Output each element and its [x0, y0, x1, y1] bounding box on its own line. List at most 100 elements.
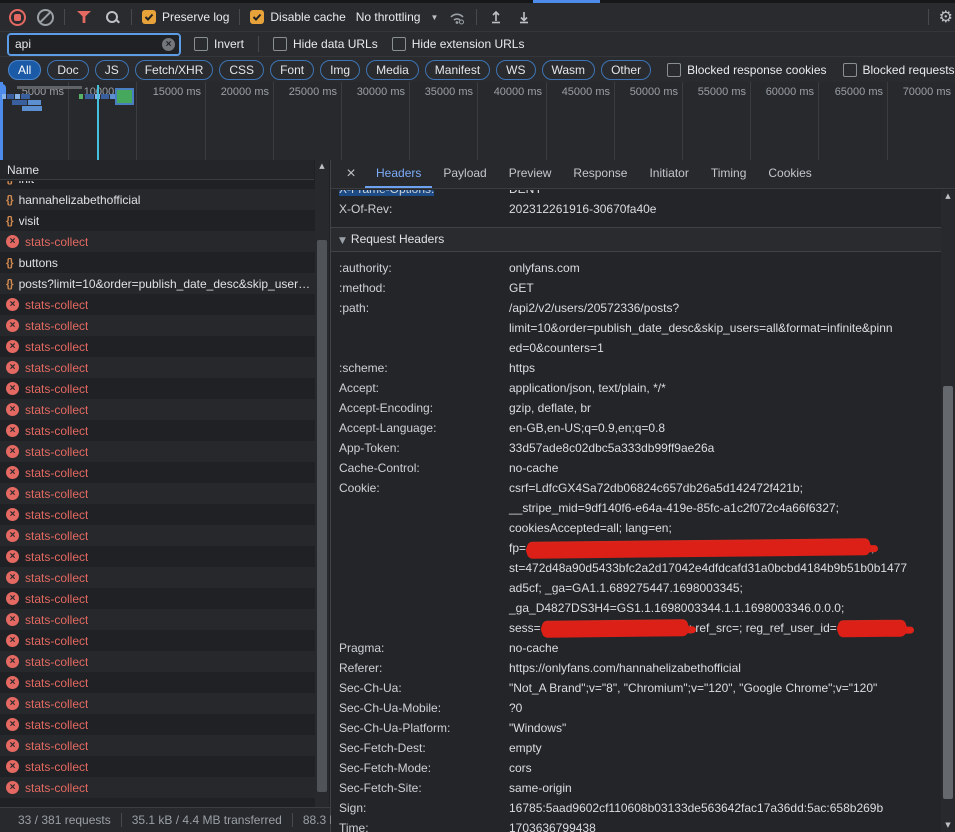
- request-row[interactable]: ×stats-collect: [0, 651, 315, 672]
- tab-cookies[interactable]: Cookies: [757, 160, 822, 188]
- request-row[interactable]: ×stats-collect: [0, 735, 315, 756]
- request-row[interactable]: ×stats-collect: [0, 630, 315, 651]
- json-icon: {}: [6, 278, 13, 290]
- request-list-panel: Name {}init{}hannahelizabethofficial{}vi…: [0, 160, 331, 832]
- json-icon: {}: [6, 257, 13, 269]
- request-row[interactable]: ×stats-collect: [0, 588, 315, 609]
- timeline-tick-label: 40000 ms: [476, 86, 542, 98]
- type-filter-other[interactable]: Other: [601, 60, 651, 80]
- network-conditions-icon[interactable]: [448, 8, 466, 26]
- request-row[interactable]: ×stats-collect: [0, 420, 315, 441]
- request-row[interactable]: {}init: [0, 181, 315, 189]
- invert-checkbox[interactable]: Invert: [194, 37, 244, 51]
- request-row[interactable]: ×stats-collect: [0, 672, 315, 693]
- scroll-up-icon[interactable]: ▲: [315, 160, 329, 173]
- hide-data-urls-checkbox[interactable]: Hide data URLs: [273, 37, 378, 51]
- timeline-overview[interactable]: 5000 ms10000 ms15000 ms20000 ms25000 ms3…: [0, 82, 955, 161]
- throttling-select[interactable]: No throttling ▼: [356, 10, 439, 24]
- record-icon[interactable]: [8, 8, 26, 26]
- request-row[interactable]: {}posts?limit=10&order=publish_date_desc…: [0, 273, 315, 294]
- type-filter-manifest[interactable]: Manifest: [425, 60, 490, 80]
- scroll-down-icon[interactable]: ▼: [941, 819, 955, 832]
- tab-timing[interactable]: Timing: [700, 160, 758, 188]
- type-filter-fetch-xhr[interactable]: Fetch/XHR: [135, 60, 214, 80]
- request-row[interactable]: ×stats-collect: [0, 693, 315, 714]
- checkbox-checked-icon[interactable]: [142, 10, 156, 24]
- checkbox-unchecked-icon[interactable]: [273, 37, 287, 51]
- request-headers-section-header[interactable]: ▼Request Headers: [331, 227, 941, 252]
- request-row[interactable]: ×stats-collect: [0, 378, 315, 399]
- filter-input-box[interactable]: ×: [8, 34, 180, 55]
- request-row[interactable]: ×stats-collect: [0, 357, 315, 378]
- filter-input[interactable]: [15, 37, 158, 51]
- header-entry: App-Token:33d57ade8c02dbc5a333db99ff9ae2…: [331, 438, 941, 458]
- request-row[interactable]: ×stats-collect: [0, 504, 315, 525]
- request-row[interactable]: ×stats-collect: [0, 567, 315, 588]
- clear-filter-icon[interactable]: ×: [162, 38, 175, 51]
- tab-response[interactable]: Response: [562, 160, 638, 188]
- blocked-cookies-checkbox[interactable]: Blocked response cookies: [667, 63, 826, 77]
- scrollbar-thumb[interactable]: [317, 240, 327, 792]
- request-row[interactable]: ×stats-collect: [0, 609, 315, 630]
- type-filter-js[interactable]: JS: [95, 60, 129, 80]
- request-row[interactable]: ×stats-collect: [0, 714, 315, 735]
- request-row[interactable]: ×stats-collect: [0, 315, 315, 336]
- request-row[interactable]: ×stats-collect: [0, 294, 315, 315]
- type-filter-all[interactable]: All: [8, 60, 41, 80]
- scroll-up-icon[interactable]: ▲: [941, 190, 955, 203]
- request-list-scrollbar[interactable]: ▲: [315, 160, 329, 807]
- checkbox-unchecked-icon[interactable]: [667, 63, 681, 77]
- request-row[interactable]: ×stats-collect: [0, 399, 315, 420]
- import-har-icon[interactable]: [487, 8, 505, 26]
- gear-icon[interactable]: ⚙: [939, 9, 953, 25]
- request-row[interactable]: ×stats-collect: [0, 525, 315, 546]
- type-filter-img[interactable]: Img: [320, 60, 360, 80]
- checkbox-unchecked-icon[interactable]: [392, 37, 406, 51]
- blocked-requests-checkbox[interactable]: Blocked requests: [843, 63, 955, 77]
- tab-payload[interactable]: Payload: [432, 160, 497, 188]
- request-row[interactable]: ×stats-collect: [0, 546, 315, 567]
- request-row[interactable]: {}visit: [0, 210, 315, 231]
- checkbox-unchecked-icon[interactable]: [194, 37, 208, 51]
- blocked-cookies-label: Blocked response cookies: [687, 63, 826, 77]
- name-column-header[interactable]: Name: [0, 160, 314, 180]
- tab-preview[interactable]: Preview: [498, 160, 563, 188]
- request-row[interactable]: ×stats-collect: [0, 462, 315, 483]
- type-filter-wasm[interactable]: Wasm: [542, 60, 596, 80]
- checkbox-unchecked-icon[interactable]: [843, 63, 857, 77]
- error-icon: ×: [6, 508, 19, 521]
- error-icon: ×: [6, 613, 19, 626]
- type-filter-font[interactable]: Font: [270, 60, 314, 80]
- timeline-tick-label: 55000 ms: [680, 86, 746, 98]
- request-name: stats-collect: [25, 676, 88, 690]
- header-value: DENY: [509, 190, 941, 199]
- tab-headers[interactable]: Headers: [365, 160, 432, 188]
- type-filter-media[interactable]: Media: [366, 60, 419, 80]
- type-filter-doc[interactable]: Doc: [47, 60, 88, 80]
- request-row[interactable]: ×stats-collect: [0, 756, 315, 777]
- details-scrollbar[interactable]: ▲ ▼: [941, 190, 955, 832]
- request-row[interactable]: ×stats-collect: [0, 777, 315, 798]
- request-row[interactable]: {}buttons: [0, 252, 315, 273]
- checkbox-checked-icon[interactable]: [250, 10, 264, 24]
- close-icon[interactable]: ×: [341, 165, 361, 183]
- scrollbar-thumb[interactable]: [943, 386, 953, 799]
- clear-icon[interactable]: [36, 8, 54, 26]
- request-row[interactable]: ×stats-collect: [0, 336, 315, 357]
- filter-icon[interactable]: [75, 8, 93, 26]
- tab-initiator[interactable]: Initiator: [638, 160, 699, 188]
- throttling-value: No throttling: [356, 10, 421, 24]
- export-har-icon[interactable]: [515, 8, 533, 26]
- request-row[interactable]: {}hannahelizabethofficial: [0, 189, 315, 210]
- search-icon[interactable]: [103, 8, 121, 26]
- header-name: App-Token:: [331, 438, 509, 458]
- header-entry: Sign:16785:5aad9602cf110608b03133de56364…: [331, 798, 941, 818]
- request-row[interactable]: ×stats-collect: [0, 231, 315, 252]
- type-filter-ws[interactable]: WS: [496, 60, 535, 80]
- hide-extension-urls-checkbox[interactable]: Hide extension URLs: [392, 37, 525, 51]
- type-filter-css[interactable]: CSS: [219, 60, 264, 80]
- request-row[interactable]: ×stats-collect: [0, 441, 315, 462]
- disable-cache-toggle[interactable]: Disable cache: [250, 10, 345, 24]
- request-row[interactable]: ×stats-collect: [0, 483, 315, 504]
- preserve-log-toggle[interactable]: Preserve log: [142, 10, 229, 24]
